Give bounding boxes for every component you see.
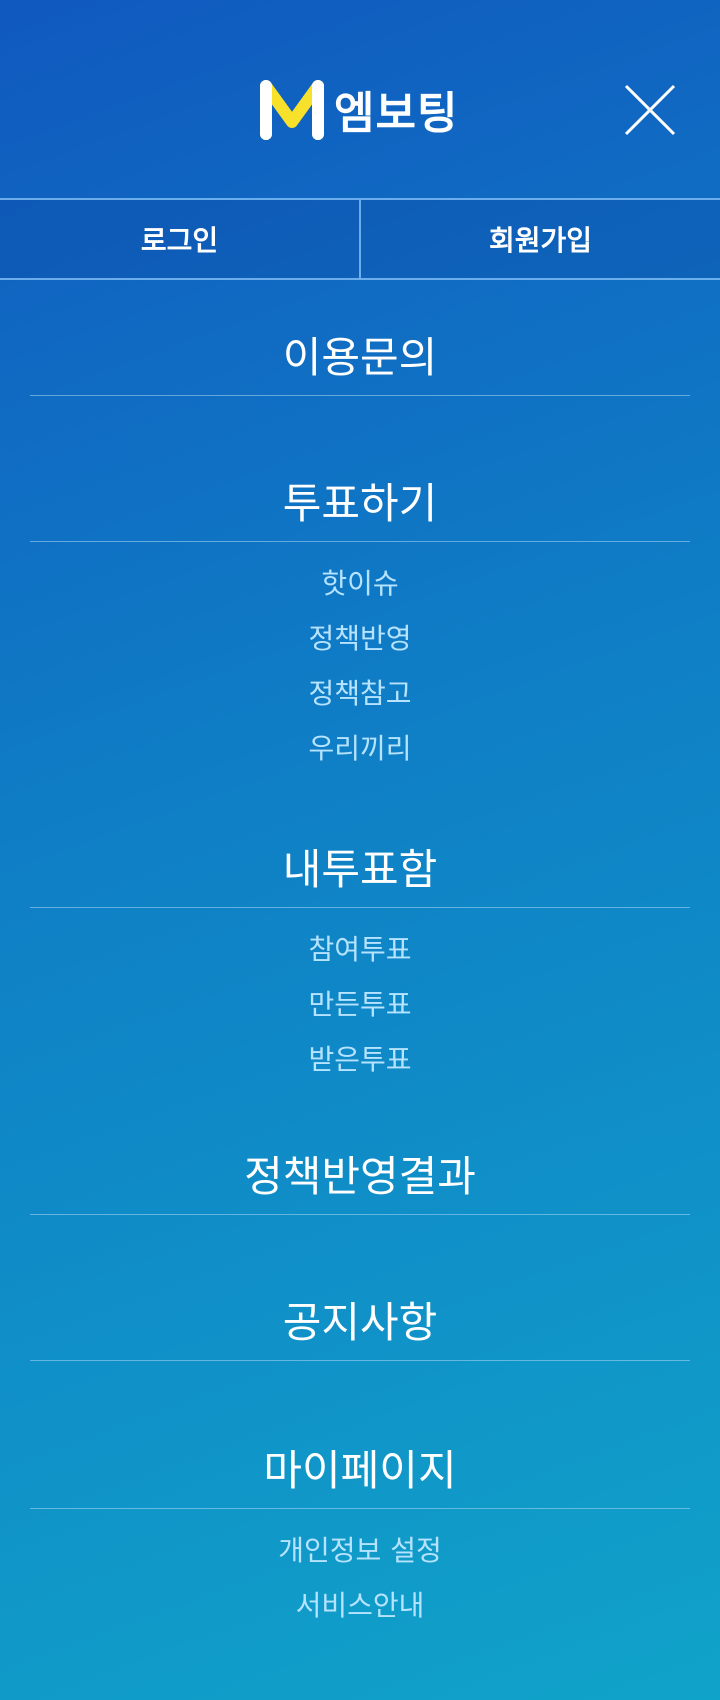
menu-title-inquiry[interactable]: 이용문의 xyxy=(30,320,690,396)
menu-item-privacy-settings[interactable]: 개인정보 설정 xyxy=(30,1523,690,1578)
menu-section-policy-results: 정책반영결과 xyxy=(30,1139,690,1215)
menu-item-hot-issue[interactable]: 핫이슈 xyxy=(30,556,690,611)
my-page-sub-list: 개인정보 설정 서비스안내 xyxy=(30,1509,690,1633)
menu-section-my-page: 마이페이지 개인정보 설정 서비스안내 xyxy=(30,1433,690,1633)
side-menu: 이용문의 투표하기 핫이슈 정책반영 정책참고 우리끼리 내투표함 참여투표 만… xyxy=(30,280,690,1633)
menu-item-created-votes[interactable]: 만든투표 xyxy=(30,977,690,1032)
close-x-icon xyxy=(624,84,676,136)
my-votes-sub-list: 참여투표 만든투표 받은투표 xyxy=(30,908,690,1087)
menu-item-policy-reflect[interactable]: 정책반영 xyxy=(30,611,690,666)
menu-section-notice: 공지사항 xyxy=(30,1285,690,1361)
menu-item-policy-reference[interactable]: 정책참고 xyxy=(30,666,690,721)
menu-section-inquiry: 이용문의 xyxy=(30,320,690,396)
menu-title-my-page[interactable]: 마이페이지 xyxy=(30,1433,690,1509)
menu-title-vote[interactable]: 투표하기 xyxy=(30,466,690,542)
menu-item-among-us[interactable]: 우리끼리 xyxy=(30,721,690,776)
close-button[interactable] xyxy=(620,80,680,140)
menu-section-vote: 투표하기 핫이슈 정책반영 정책참고 우리끼리 xyxy=(30,466,690,776)
menu-item-service-guide[interactable]: 서비스안내 xyxy=(30,1578,690,1633)
menu-title-my-votes[interactable]: 내투표함 xyxy=(30,832,690,908)
header: 엠보팅 xyxy=(0,0,720,198)
auth-bar: 로그인 회원가입 xyxy=(0,198,720,280)
menu-item-participated-votes[interactable]: 참여투표 xyxy=(30,922,690,977)
logo[interactable]: 엠보팅 xyxy=(258,78,458,140)
menu-section-my-votes: 내투표함 참여투표 만든투표 받은투표 xyxy=(30,832,690,1087)
brand-m-logo-icon xyxy=(260,80,324,140)
brand-name: 엠보팅 xyxy=(334,88,459,139)
menu-item-received-votes[interactable]: 받은투표 xyxy=(30,1032,690,1087)
signup-button[interactable]: 회원가입 xyxy=(359,200,720,278)
login-button[interactable]: 로그인 xyxy=(0,200,359,278)
vote-sub-list: 핫이슈 정책반영 정책참고 우리끼리 xyxy=(30,542,690,776)
menu-title-policy-results[interactable]: 정책반영결과 xyxy=(30,1139,690,1215)
menu-title-notice[interactable]: 공지사항 xyxy=(30,1285,690,1361)
